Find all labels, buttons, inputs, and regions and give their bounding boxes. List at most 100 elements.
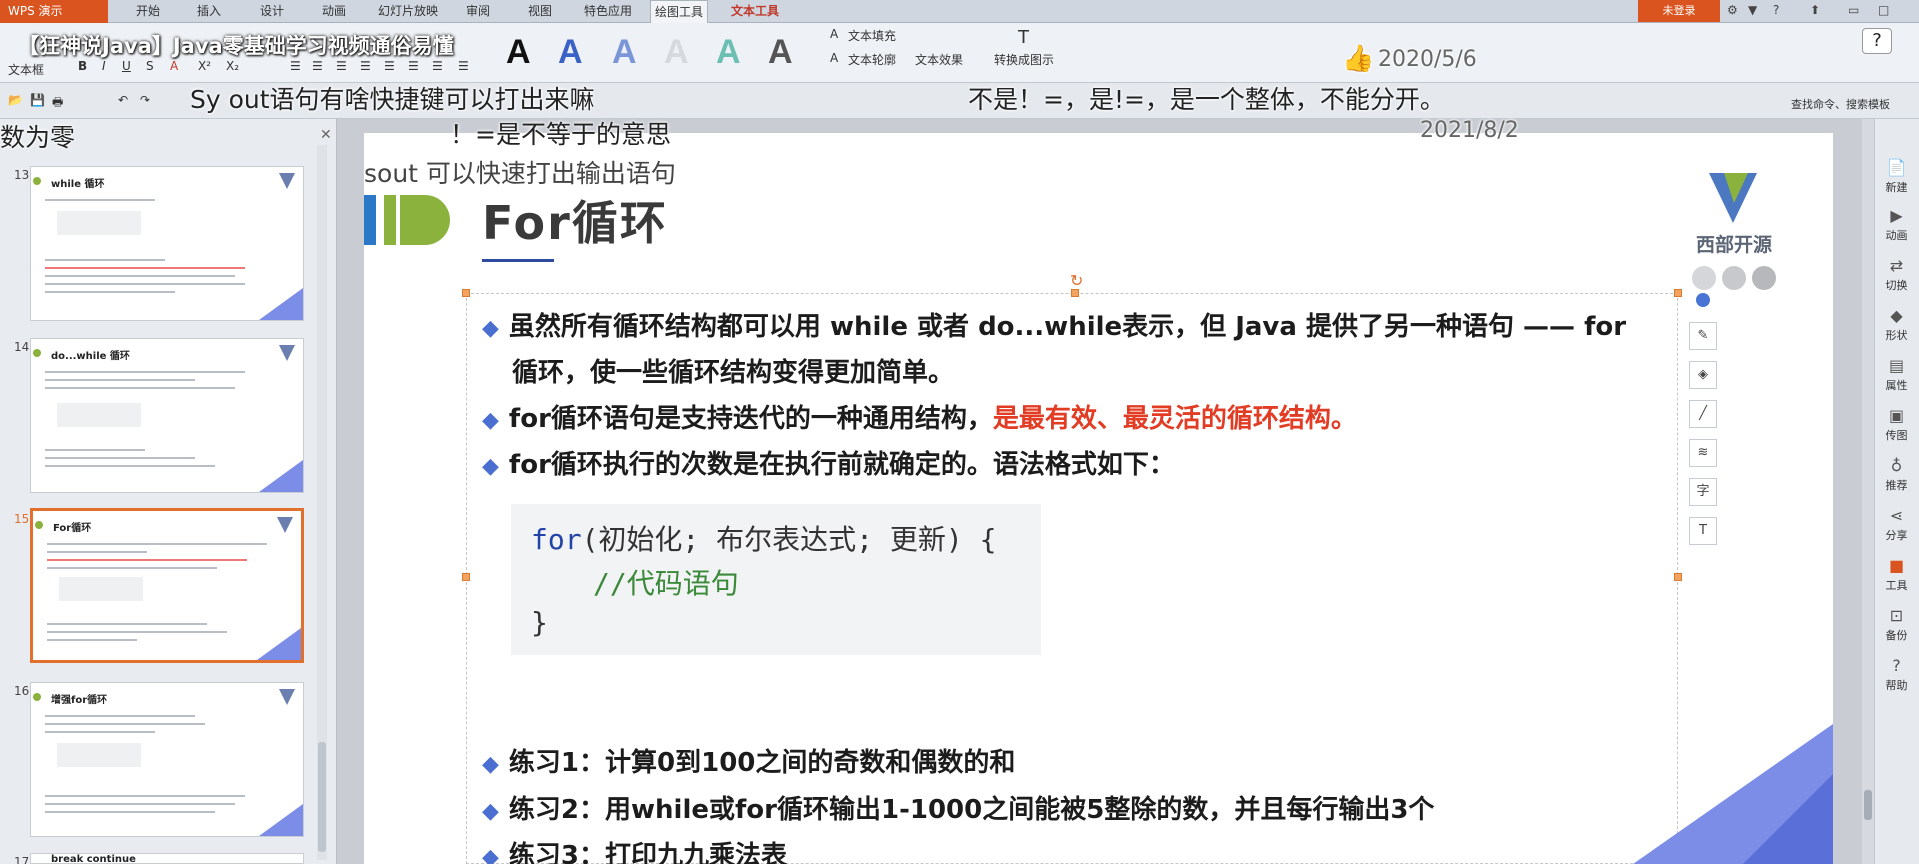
save-icon[interactable]: 💾 bbox=[30, 93, 45, 107]
convert-art-button[interactable]: 转换成图示 bbox=[994, 51, 1054, 68]
distribute-button[interactable]: ☰ bbox=[384, 59, 395, 73]
panel-backup[interactable]: ⊡ 备份 bbox=[1874, 606, 1919, 643]
login-button[interactable]: 未登录 bbox=[1638, 0, 1720, 22]
resize-handle[interactable] bbox=[1674, 289, 1682, 297]
text-outline-icon[interactable]: A bbox=[830, 51, 838, 65]
theme-dot[interactable] bbox=[1722, 266, 1746, 290]
list-button[interactable]: ☰ bbox=[458, 59, 469, 73]
tab-slideshow[interactable]: 幻灯片放映 bbox=[374, 0, 442, 23]
italic-button[interactable]: I bbox=[102, 59, 106, 73]
undo-icon[interactable]: ↶ bbox=[118, 93, 128, 107]
theme-dot[interactable] bbox=[1692, 266, 1716, 290]
command-search[interactable]: 查找命令、搜索模板 bbox=[1791, 96, 1890, 112]
panel-tools[interactable]: ■ 工具 bbox=[1874, 556, 1919, 593]
panel-share[interactable]: ⋖ 分享 bbox=[1874, 506, 1919, 543]
minimize-icon[interactable]: ▭ bbox=[1848, 3, 1859, 17]
wps-app-menu[interactable]: WPS 演示 bbox=[0, 0, 108, 23]
fill-icon[interactable]: ◈ bbox=[1689, 361, 1717, 389]
panel-new[interactable]: 📄 新建 bbox=[1874, 158, 1919, 195]
thumb-code bbox=[57, 403, 141, 427]
thumb-triangle bbox=[259, 460, 303, 492]
art-style-4[interactable]: A bbox=[664, 33, 689, 72]
thumb-dot bbox=[33, 693, 41, 701]
bullet-text: for循环执行的次数是在执行前就确定的。语法格式如下： bbox=[508, 450, 1175, 480]
indent-button[interactable]: ☰ bbox=[408, 59, 419, 73]
bold-button[interactable]: B bbox=[78, 59, 87, 73]
tab-insert[interactable]: 插入 bbox=[193, 0, 225, 23]
align-center-button[interactable]: ☰ bbox=[312, 59, 323, 73]
art-style-5[interactable]: A bbox=[716, 33, 741, 72]
resize-handle[interactable] bbox=[1674, 573, 1682, 581]
align-left-button[interactable]: ☰ bbox=[290, 59, 301, 73]
convert-art-icon[interactable]: T bbox=[1018, 27, 1029, 48]
slide-thumbnail-15[interactable]: For循环 bbox=[30, 508, 304, 663]
tab-review[interactable]: 审阅 bbox=[462, 0, 494, 23]
tab-home[interactable]: 开始 bbox=[132, 0, 164, 23]
tab-special[interactable]: 特色应用 bbox=[580, 0, 636, 23]
print-icon[interactable]: 🖶 bbox=[52, 93, 63, 114]
resize-handle[interactable] bbox=[1071, 289, 1079, 297]
tab-view[interactable]: 视图 bbox=[524, 0, 556, 23]
panel-properties[interactable]: ▤ 属性 bbox=[1874, 356, 1919, 393]
align-right-button[interactable]: ☰ bbox=[336, 59, 347, 73]
panel-upload-image[interactable]: ▣ 传图 bbox=[1874, 406, 1919, 443]
theme-dot[interactable] bbox=[1752, 266, 1776, 290]
superscript-button[interactable]: X² bbox=[198, 59, 211, 73]
resize-handle[interactable] bbox=[462, 289, 470, 297]
thumbnail-scrollbar-thumb[interactable] bbox=[318, 742, 326, 852]
exercise-3: ◆ 练习3：打印九九乘法表 bbox=[482, 834, 787, 864]
bullet-2: ◆ for循环语句是支持迭代的一种通用结构，是最有效、最灵活的循环结构。 bbox=[482, 397, 1357, 443]
text-style-icon[interactable]: T bbox=[1689, 517, 1717, 545]
panel-recommend[interactable]: ♁ 推荐 bbox=[1874, 456, 1919, 493]
panel-help[interactable]: ? 帮助 bbox=[1874, 656, 1919, 693]
slide-thumbnail-14[interactable]: do...while 循环 bbox=[30, 338, 304, 493]
help-icon[interactable]: ? bbox=[1773, 3, 1779, 17]
art-style-2[interactable]: A bbox=[558, 33, 583, 72]
text-effect-button[interactable]: 文本效果 bbox=[915, 51, 963, 68]
canvas-scrollbar[interactable] bbox=[1862, 119, 1874, 864]
art-style-6[interactable]: A bbox=[768, 33, 793, 72]
close-icon[interactable]: ✕ bbox=[320, 127, 332, 143]
settings-icon[interactable]: ▼ bbox=[1748, 3, 1757, 17]
art-style-1[interactable]: A bbox=[506, 33, 531, 72]
open-icon[interactable]: 📂 bbox=[8, 93, 23, 107]
redo-icon[interactable]: ↷ bbox=[140, 93, 150, 107]
edit-shape-icon[interactable]: ✎ bbox=[1689, 322, 1717, 350]
text-outline-button[interactable]: 文本轮廓 bbox=[848, 51, 896, 68]
font-color-button[interactable]: A bbox=[170, 59, 178, 73]
question-bubble-icon[interactable]: ? bbox=[1862, 28, 1892, 54]
upload-icon[interactable]: ⬆ bbox=[1810, 3, 1820, 17]
tab-animation[interactable]: 动画 bbox=[318, 0, 350, 23]
justify-button[interactable]: ☰ bbox=[360, 59, 371, 73]
slide-thumbnail-13[interactable]: while 循环 bbox=[30, 166, 304, 321]
panel-shape[interactable]: ◆ 形状 bbox=[1874, 306, 1919, 343]
slide-thumbnail-17[interactable]: break continue bbox=[30, 853, 304, 864]
panel-transition[interactable]: ⇄ 切换 bbox=[1874, 256, 1919, 293]
text-fill-icon[interactable]: A bbox=[830, 27, 838, 41]
rotate-handle-icon[interactable]: ↻ bbox=[1070, 271, 1083, 290]
collapse-toolbar-icon[interactable] bbox=[1696, 293, 1710, 307]
slide-thumbnail-16[interactable]: 增强for循环 bbox=[30, 682, 304, 837]
line-icon[interactable]: ╱ bbox=[1689, 400, 1717, 428]
skin-icon[interactable]: ⚙ bbox=[1727, 3, 1738, 17]
text-icon[interactable]: 字 bbox=[1689, 478, 1717, 506]
tab-drawing-tools[interactable]: 绘图工具 bbox=[650, 0, 709, 23]
layers-icon[interactable]: ≋ bbox=[1689, 439, 1717, 467]
brand-logo-icon bbox=[1724, 173, 1748, 203]
textbox-button[interactable]: 文本框 bbox=[8, 61, 44, 78]
slide-title[interactable]: For循环 bbox=[482, 187, 668, 253]
underline-button[interactable]: U bbox=[122, 59, 131, 73]
strike-button[interactable]: S bbox=[146, 59, 154, 73]
text-fill-button[interactable]: 文本填充 bbox=[848, 27, 896, 44]
subscript-button[interactable]: X₂ bbox=[226, 59, 239, 73]
panel-animation[interactable]: ▶ 动画 bbox=[1874, 206, 1919, 243]
tab-text-tools[interactable]: 文本工具 bbox=[727, 0, 783, 23]
video-date-1: 2020/5/6 bbox=[1378, 47, 1477, 72]
canvas-scrollbar-thumb[interactable] bbox=[1864, 790, 1872, 820]
art-style-3[interactable]: A bbox=[612, 33, 637, 72]
restore-icon[interactable]: □ bbox=[1878, 3, 1889, 17]
tab-design[interactable]: 设计 bbox=[256, 0, 288, 23]
spacing-button[interactable]: ☰ bbox=[432, 59, 443, 73]
slide[interactable]: For循环 西部开源 ↻ ◆ 虽然所有循环结构都可以用 while 或者 do..… bbox=[364, 133, 1833, 864]
resize-handle[interactable] bbox=[462, 573, 470, 581]
